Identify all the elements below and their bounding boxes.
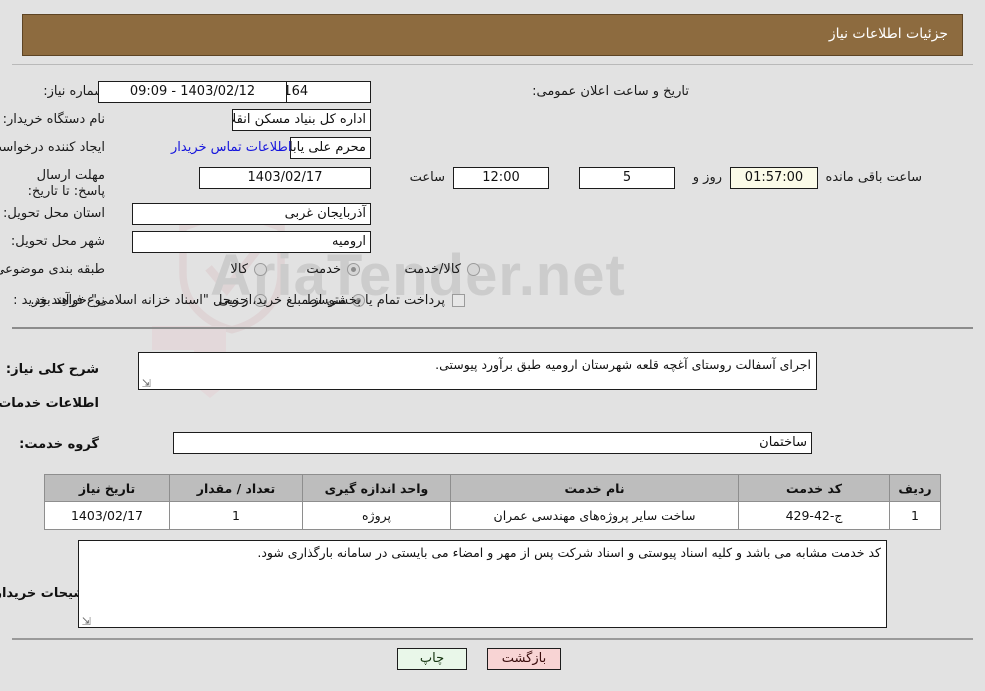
buyer-notes-textarea[interactable]: کد خدمت مشابه می باشد و کلیه اسناد پیوست… xyxy=(78,540,887,628)
general-desc-textarea[interactable]: اجرای آسفالت روستای آغچه قلعه شهرستان ار… xyxy=(138,352,817,390)
cell-quantity: 1 xyxy=(169,501,303,530)
table-row[interactable]: 1 ج-42-429 ساخت سایر پروژه‌های مهندسی عم… xyxy=(44,501,941,530)
service-group-value[interactable]: ساختمان xyxy=(173,432,812,454)
footer-divider xyxy=(12,638,973,642)
col-row-no: ردیف xyxy=(889,474,941,502)
resize-grip-icon[interactable]: ⇲ xyxy=(142,378,151,389)
col-need-date: تاریخ نیاز xyxy=(44,474,170,502)
services-table-wrap: ردیف کد خدمت نام خدمت واحد اندازه گیری ت… xyxy=(44,474,941,530)
service-group-label: گروه خدمت: xyxy=(19,437,99,452)
table-header-row: ردیف کد خدمت نام خدمت واحد اندازه گیری ت… xyxy=(44,474,941,502)
services-section-heading: اطلاعات خدمات مورد نیاز xyxy=(0,396,99,411)
buyer-notes-value: کد خدمت مشابه می باشد و کلیه اسناد پیوست… xyxy=(257,545,881,560)
back-button[interactable]: بازگشت xyxy=(487,648,561,670)
print-button[interactable]: چاپ xyxy=(397,648,467,670)
services-table: ردیف کد خدمت نام خدمت واحد اندازه گیری ت… xyxy=(44,474,941,530)
resize-grip-icon-2[interactable]: ⇲ xyxy=(82,616,91,627)
col-unit: واحد اندازه گیری xyxy=(302,474,451,502)
page-header-bar: جزئیات اطلاعات نیاز xyxy=(22,14,963,56)
cell-unit: پروژه xyxy=(302,501,451,530)
general-desc-value: اجرای آسفالت روستای آغچه قلعه شهرستان ار… xyxy=(435,357,811,372)
need-details-page: AriaTender.net جزئیات اطلاعات نیاز شماره… xyxy=(0,0,985,691)
cell-need-date: 1403/02/17 xyxy=(44,501,170,530)
cell-service-name: ساخت سایر پروژه‌های مهندسی عمران xyxy=(450,501,739,530)
col-service-name: نام خدمت xyxy=(450,474,739,502)
need-info-panel xyxy=(12,64,973,329)
cell-service-code: ج-42-429 xyxy=(738,501,890,530)
cell-row-no: 1 xyxy=(889,501,941,530)
col-quantity: تعداد / مقدار xyxy=(169,474,303,502)
page-title: جزئیات اطلاعات نیاز xyxy=(828,26,948,42)
general-desc-label: شرح کلی نیاز: xyxy=(5,362,99,377)
col-service-code: کد خدمت xyxy=(738,474,890,502)
